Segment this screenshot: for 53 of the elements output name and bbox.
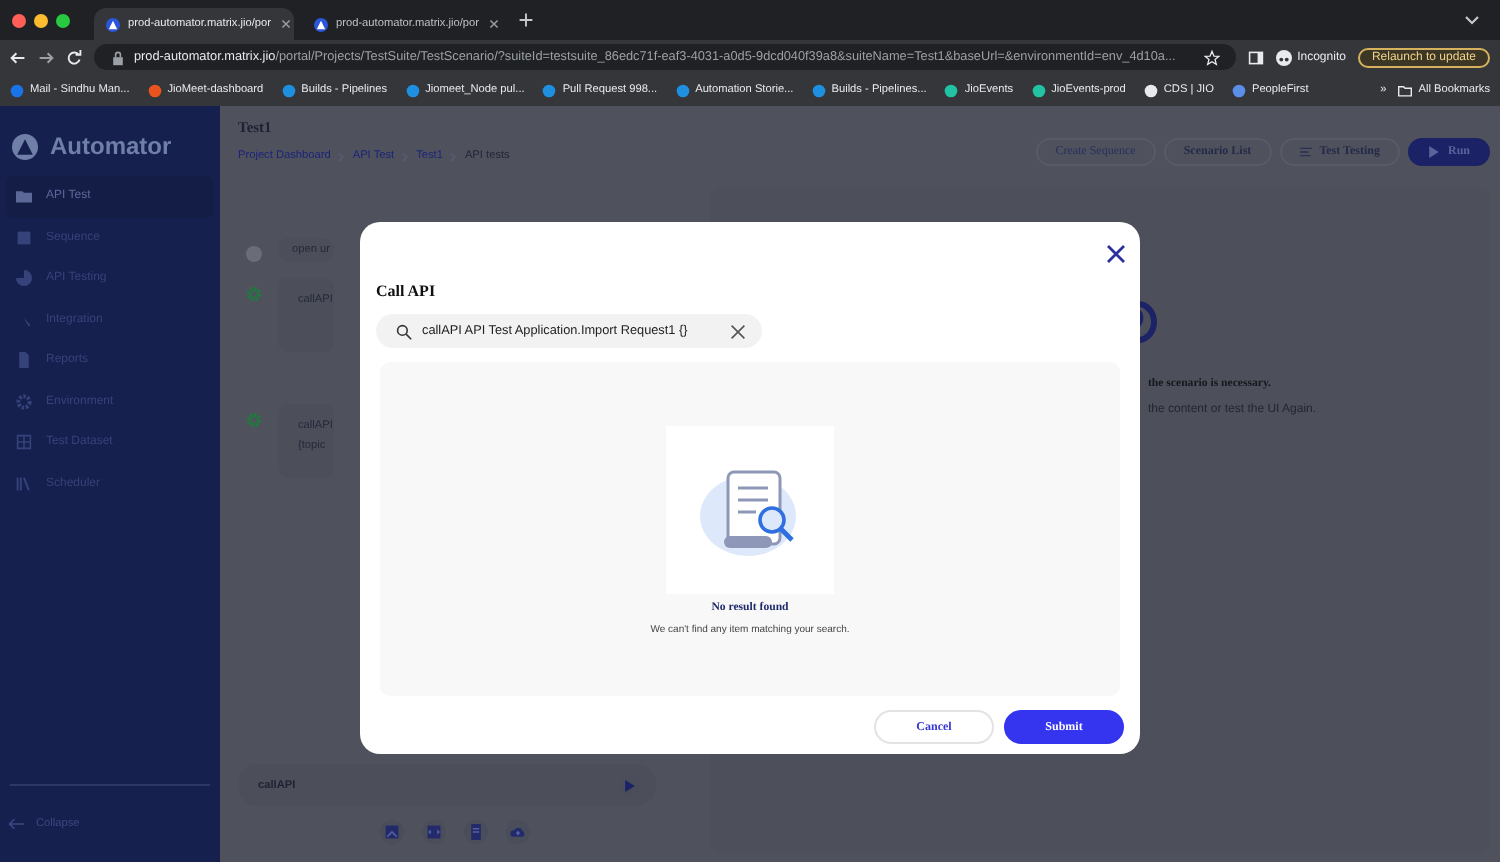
document-icon [468,824,484,840]
plus-icon[interactable] [518,12,534,28]
search-icon [396,323,412,339]
triangle-icon [314,17,328,31]
chevron-right-icon [400,151,411,161]
info-circle-icon [246,246,262,262]
circle-icon [1143,83,1158,97]
circle-icon [944,83,959,97]
triangle-icon [106,17,120,31]
clear-button[interactable] [730,323,746,339]
chevron-down-icon[interactable] [1464,14,1480,26]
chevron-right-icon [448,151,459,161]
lock-icon [110,49,126,65]
app-logo-text: Automator [50,132,172,160]
reload-icon[interactable] [66,49,82,65]
close-icon [1106,244,1126,264]
close-icon [730,323,746,339]
circle-icon [10,83,24,97]
side-panel-icon[interactable] [1247,49,1264,65]
pie-chart-icon [16,270,32,287]
code-file-icon [426,824,442,840]
books-icon [16,475,32,492]
dialog-title: Call API [376,282,438,300]
logo-icon [12,133,38,159]
circle-icon [147,83,162,97]
gear-icon [246,412,262,428]
circle-icon [1031,83,1046,97]
image-icon [384,824,400,840]
circle-icon [542,83,557,97]
play-icon [1427,146,1440,158]
gear-icon [246,286,262,302]
folder-icon [1398,83,1413,97]
document-icon [16,352,32,369]
circle-icon [281,83,296,97]
forward-arrow-icon[interactable] [38,49,54,65]
cloud-upload-icon [510,824,526,840]
close-icon[interactable] [279,18,292,30]
play-icon [624,779,636,791]
circle-icon [675,83,690,97]
close-button[interactable] [1106,240,1126,260]
circle-icon [1231,83,1246,97]
star-icon[interactable] [1203,49,1220,65]
folder-icon [16,188,32,205]
circle-icon [811,83,826,97]
circle-icon [405,83,420,97]
arrow-left-icon [8,816,24,832]
chevron-right-icon [336,151,347,161]
back-arrow-icon[interactable] [10,49,26,65]
incognito-icon [1275,49,1292,65]
menu-lines-icon [1299,146,1312,158]
gear-icon [16,393,32,410]
grid-icon [16,434,32,451]
close-icon[interactable] [487,18,500,30]
